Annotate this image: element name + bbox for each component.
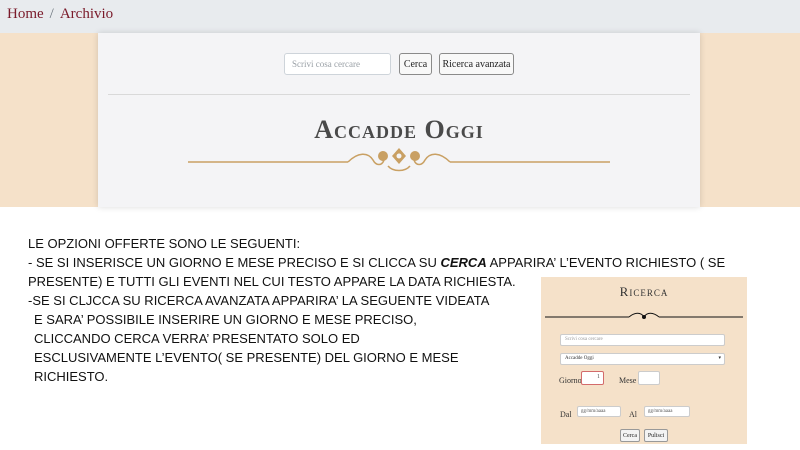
inset-dal-label: Dal [560,410,572,419]
chevron-down-icon: ▾ [718,356,721,361]
instruction-emphasis: CERCA [440,255,487,270]
inset-ornament-icon [545,312,743,319]
instruction-line: LE OPZIONI OFFERTE SONO LE SEGUENTI: [28,236,301,251]
inset-mese-label: Mese [619,376,637,385]
inset-cerca-button: Cerca [620,429,640,442]
inset-al-date-field: gg/mm/aaaa [644,406,690,417]
inset-giorno-field: 1 [581,371,604,385]
inset-dal-date-field: gg/mm/aaaa [577,406,621,417]
inset-mese-field [638,371,660,385]
instruction-line: E SARA’ POSSIBILE INSERIRE UN GIORNO E M… [34,312,417,327]
breadcrumb-archivio-link[interactable]: Archivio [60,6,113,22]
inset-al-label: Al [629,410,637,419]
header-card: Cerca Ricerca avanzata Accadde Oggi [98,33,700,207]
inset-pulisci-button: Pulisci [644,429,668,442]
inset-category-select: Accadde Oggi ▾ [560,353,725,365]
instruction-line: CLICCANDO CERCA VERRA’ PRESENTATO SOLO E… [34,331,360,346]
instructions-text-advanced: E SARA’ POSSIBILE INSERIRE UN GIORNO E M… [34,310,494,386]
advanced-search-button[interactable]: Ricerca avanzata [439,53,514,75]
breadcrumb-separator: / [49,6,54,22]
inset-giorno-label: Giorno [559,376,582,385]
search-button[interactable]: Cerca [399,53,432,75]
floral-divider-icon [188,148,610,172]
inset-search-input: Scrivi cosa cercare [560,334,725,346]
breadcrumb: Home / Archivio [7,6,113,23]
search-input[interactable] [284,53,391,75]
breadcrumb-home-link[interactable]: Home [7,6,44,22]
page-title: Accadde Oggi [314,115,484,144]
divider [108,94,690,95]
advanced-search-screenshot: Ricerca Scrivi cosa cercare Accadde Oggi… [541,277,747,444]
instruction-line: - SE SI INSERISCE UN GIORNO E MESE PRECI… [28,255,726,270]
inset-title: Ricerca [619,284,669,299]
instruction-line: RICHIESTO. [34,369,109,384]
instruction-line: ESCLUSIVAMENTE L’EVENTO( SE PRESENTE) DE… [34,350,459,365]
top-bar: Home / Archivio [0,0,800,33]
